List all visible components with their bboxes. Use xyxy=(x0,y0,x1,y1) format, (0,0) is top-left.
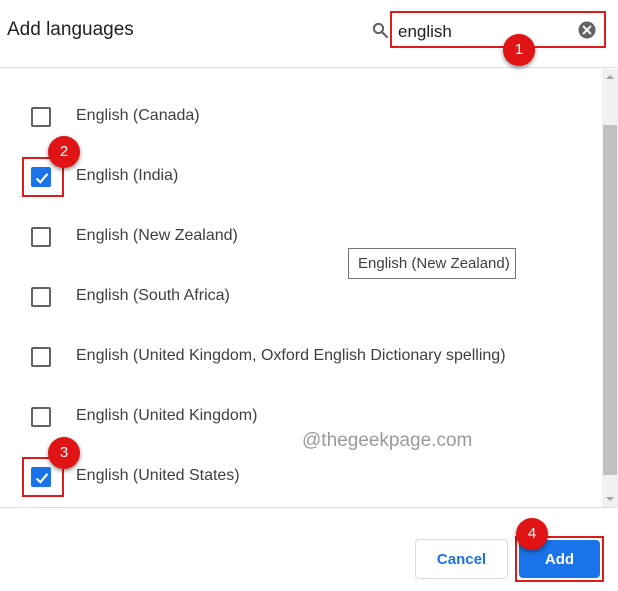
check-icon xyxy=(35,473,49,484)
step-badge-2: 2 xyxy=(48,136,80,168)
cancel-button[interactable]: Cancel xyxy=(415,539,508,579)
check-icon xyxy=(35,173,49,184)
language-label: English (Canada) xyxy=(76,107,200,124)
language-checkbox[interactable] xyxy=(31,167,51,187)
language-list: English (Canada) English (India) English… xyxy=(0,69,602,507)
language-row-english-uk-oxford[interactable]: English (United Kingdom, Oxford English … xyxy=(0,327,602,387)
language-row-english-india[interactable]: English (India) xyxy=(0,147,602,207)
language-row-english-canada[interactable]: English (Canada) xyxy=(0,87,602,147)
language-label: English (United Kingdom) xyxy=(76,407,258,424)
scroll-down-arrow-icon[interactable] xyxy=(602,491,618,507)
language-checkbox[interactable] xyxy=(31,407,51,427)
language-label: English (United Kingdom, Oxford English … xyxy=(76,347,506,364)
add-languages-dialog: Add languages english English (Canada) E… xyxy=(0,0,618,591)
language-row-english-us[interactable]: English (United States) xyxy=(0,447,602,507)
step-badge-1: 1 xyxy=(503,34,535,66)
search-icon xyxy=(372,22,389,39)
watermark: @thegeekpage.com xyxy=(302,430,473,451)
language-checkbox[interactable] xyxy=(31,227,51,247)
language-checkbox[interactable] xyxy=(31,107,51,127)
language-label: English (South Africa) xyxy=(76,287,230,304)
clear-icon[interactable] xyxy=(578,21,596,39)
language-checkbox[interactable] xyxy=(31,287,51,307)
scrollbar-thumb[interactable] xyxy=(603,125,617,475)
search-input[interactable]: english xyxy=(390,11,606,48)
language-row-english-uk[interactable]: English (United Kingdom) xyxy=(0,387,602,447)
scroll-up-arrow-icon[interactable] xyxy=(602,69,618,85)
language-label: English (United States) xyxy=(76,467,240,484)
step-badge-4: 4 xyxy=(516,518,548,550)
footer-divider xyxy=(0,507,618,508)
language-label: English (New Zealand) xyxy=(76,227,238,244)
language-checkbox[interactable] xyxy=(31,467,51,487)
dialog-title: Add languages xyxy=(7,19,134,40)
language-label: English (India) xyxy=(76,167,179,184)
step-badge-3: 3 xyxy=(48,437,80,469)
search-input-value: english xyxy=(398,22,452,41)
scrollbar[interactable] xyxy=(602,69,618,507)
language-checkbox[interactable] xyxy=(31,347,51,367)
tooltip: English (New Zealand) xyxy=(348,248,516,279)
